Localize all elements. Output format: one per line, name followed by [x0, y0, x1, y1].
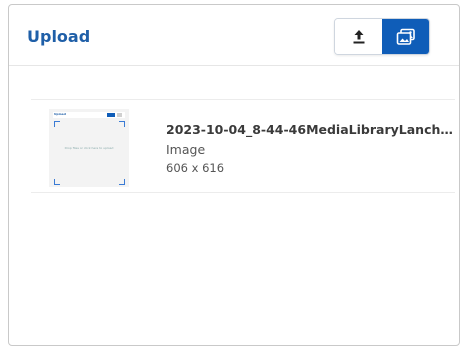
thumb-drop-text: Drop files or click here to upload: [64, 146, 114, 150]
source-toggle-group: [334, 18, 430, 55]
panel-header: Upload: [9, 5, 459, 66]
file-thumbnail: Upload Drop files or click here to uploa…: [49, 109, 129, 187]
upload-panel: Upload Upload Drop files or click here t…: [8, 4, 460, 346]
file-name: 2023-10-04_8-44-46MediaLibraryLanchpad.p…: [166, 122, 456, 137]
thumb-title: Upload: [54, 112, 66, 116]
thumb-library-button: [117, 113, 122, 117]
thumb-corner-mark: [54, 179, 60, 185]
thumb-corner-mark: [119, 179, 125, 185]
media-library-icon: [396, 28, 415, 45]
thumb-upload-button: [107, 113, 115, 117]
file-dimensions: 606 x 616: [166, 161, 225, 175]
upload-icon: [353, 29, 364, 43]
thumb-corner-mark: [119, 121, 125, 127]
thumb-corner-mark: [54, 121, 60, 127]
panel-title: Upload: [27, 27, 91, 46]
upload-button[interactable]: [335, 19, 382, 54]
file-type: Image: [166, 142, 206, 157]
media-library-button[interactable]: [382, 19, 429, 54]
file-list-item[interactable]: Upload Drop files or click here to uploa…: [31, 99, 456, 193]
